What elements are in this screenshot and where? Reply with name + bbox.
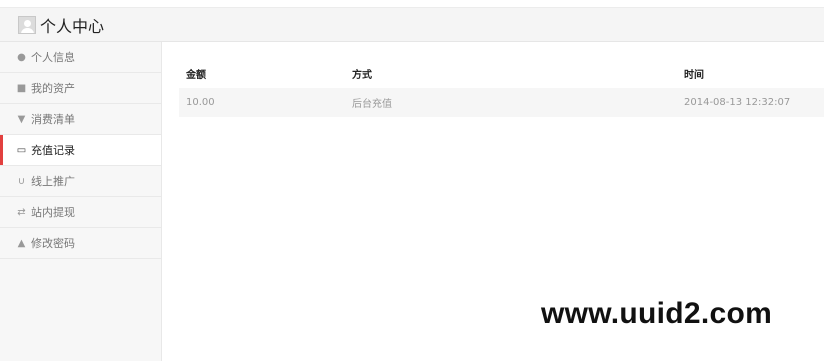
recharge-records-panel: 金额 方式 时间 10.00 后台充值 2014-08-13 12:32:07 xyxy=(179,58,824,117)
inbox-icon: ▭ xyxy=(16,144,27,156)
top-strip xyxy=(0,0,824,8)
shuffle-icon: ⇄ xyxy=(17,206,26,218)
user-icon: ● xyxy=(17,51,26,63)
page-header: 个人中心 xyxy=(0,8,824,42)
sidebar-item-label: 线上推广 xyxy=(31,175,75,188)
sidebar-item-label: 修改密码 xyxy=(31,237,75,250)
sidebar-item-recharge-records[interactable]: ▭ 充值记录 xyxy=(0,135,161,166)
cell-time: 2014-08-13 12:32:07 xyxy=(677,88,824,117)
briefcase-icon: ■ xyxy=(16,82,27,94)
sidebar: ● 个人信息 ■ 我的资产 ▼ 消费清单 ▭ 充值记录 ∪ 线上推广 ⇄ 站内提… xyxy=(0,42,162,361)
page-title: 个人中心 xyxy=(40,16,105,36)
column-header-method: 方式 xyxy=(352,69,372,81)
sidebar-item-withdrawal[interactable]: ⇄ 站内提现 xyxy=(0,197,161,228)
sidebar-item-label: 站内提现 xyxy=(31,206,75,219)
table-header-row: 金额 方式 时间 xyxy=(179,58,824,88)
cell-amount: 10.00 xyxy=(179,88,345,117)
column-header-amount: 金额 xyxy=(186,69,206,81)
sidebar-item-online-promotion[interactable]: ∪ 线上推广 xyxy=(0,166,161,197)
sidebar-item-label: 充值记录 xyxy=(31,144,75,157)
sidebar-item-personal-info[interactable]: ● 个人信息 xyxy=(0,42,161,73)
sidebar-item-label: 个人信息 xyxy=(31,51,75,64)
watermark: www.uuid2.com xyxy=(541,297,773,330)
sidebar-item-change-password[interactable]: ▲ 修改密码 xyxy=(0,228,161,259)
cart-icon: ▼ xyxy=(17,113,26,125)
magnet-icon: ∪ xyxy=(17,175,26,187)
table-row: 10.00 后台充值 2014-08-13 12:32:07 xyxy=(179,88,824,117)
column-header-time: 时间 xyxy=(684,69,704,81)
cell-method: 后台充值 xyxy=(345,88,677,117)
recharge-records-table: 金额 方式 时间 10.00 后台充值 2014-08-13 12:32:07 xyxy=(179,58,824,117)
sidebar-item-my-assets[interactable]: ■ 我的资产 xyxy=(0,73,161,104)
avatar-icon xyxy=(18,15,36,34)
sidebar-item-label: 我的资产 xyxy=(31,82,75,95)
sidebar-item-label: 消费清单 xyxy=(31,113,75,126)
lock-icon: ▲ xyxy=(17,237,26,249)
sidebar-item-spending-list[interactable]: ▼ 消费清单 xyxy=(0,104,161,135)
